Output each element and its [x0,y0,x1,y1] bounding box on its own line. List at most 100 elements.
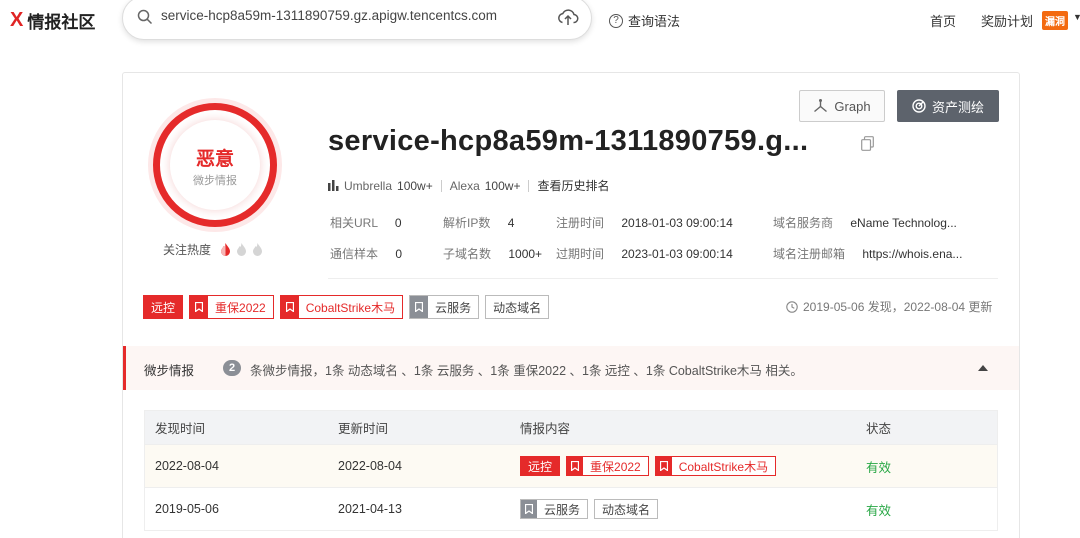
bookmark-icon [280,296,299,318]
search-box [122,0,592,40]
graph-icon [814,99,828,113]
alexa-value: 100w+ [484,178,521,193]
intel-table: 发现时间 更新时间 情报内容 状态 2022-08-04 2022-08-04 … [144,410,998,531]
radar-icon [912,99,926,113]
intel-content-cell: 云服务 动态域名 [520,488,664,530]
copy-icon[interactable] [861,136,874,151]
vuln-badge[interactable]: 漏洞 [1042,11,1068,30]
chevron-down-icon[interactable]: ▼ [1073,12,1080,22]
subdomain-field: 子域名数 1000+ [443,245,542,262]
cloud-upload-icon[interactable] [557,7,579,27]
tag-label: 动态域名 [493,300,542,315]
updated-time-cell: 2021-04-13 [338,502,402,516]
found-time-cell: 2022-08-04 [155,459,219,473]
umbrella-label: Umbrella [344,178,393,193]
rank-separator [528,179,530,192]
tag-hw2022[interactable]: 重保2022 [566,456,649,476]
tag-hw2022[interactable]: 重保2022 [189,295,274,319]
tag-label: 重保2022 [590,459,641,474]
expire-time-field: 过期时间 2023-01-03 09:00:14 [556,245,733,262]
tag-cobaltstrike[interactable]: CobaltStrike木马 [654,456,777,476]
tag-label: 动态域名 [602,502,651,517]
tag-dynamic-domain[interactable]: 动态域名 [485,295,550,319]
bookmark-icon [521,500,537,518]
tag-cobaltstrike[interactable]: CobaltStrike木马 [279,295,404,319]
tag-list: 远控 重保2022 CobaltStrike木马 云服务 动态域名 [143,295,555,319]
intel-summary-text: 条微步情报，1条 动态域名 、1条 云服务 、1条 重保2022 、1条 远控 … [250,364,803,378]
top-navbar: X 情报社区 ? 查询语法 首页 奖励计划 漏洞 ▼ [0,0,1080,40]
nav-reward-link[interactable]: 奖励计划 [981,11,1033,30]
rank-row: Umbrella 100w+ Alexa 100w+ 查看历史排名 [328,177,609,194]
table-header: 发现时间 更新时间 情报内容 状态 [145,411,997,444]
bookmark-icon [655,457,672,475]
search-input[interactable] [161,8,561,23]
intel-summary-bar[interactable]: 微步情报 2 条微步情报，1条 动态域名 、1条 云服务 、1条 重保2022 … [123,346,1019,390]
intel-content-cell: 远控 重保2022 CobaltStrike木马 [520,445,782,487]
column-header: 情报内容 [520,422,571,436]
resolve-ip-label: 解析IP数 [443,216,491,230]
intel-label: 微步情报 [144,364,195,378]
subdomain-value[interactable]: 1000+ [508,247,542,261]
tag-cloud-service[interactable]: 云服务 [409,295,480,319]
flame-icon [237,243,247,256]
expire-time-label: 过期时间 [556,247,605,261]
bookmark-icon [190,296,209,318]
heat-indicator: 关注热度 [163,241,263,258]
chevron-up-icon[interactable] [978,365,988,371]
verdict-label: 恶意 [195,149,234,170]
flame-icon [253,243,263,256]
tag-label: 云服务 [435,300,472,315]
tag-dynamic-domain[interactable]: 动态域名 [594,499,659,519]
alexa-label: Alexa [449,178,480,193]
tag-label: CobaltStrike木马 [305,300,396,315]
resolve-ip-value[interactable]: 4 [508,216,515,230]
related-url-label: 相关URL [330,216,378,230]
registrar-label: 域名服务商 [773,216,834,230]
rank-separator [440,179,442,192]
asset-survey-button[interactable]: 资产测绘 [897,90,999,122]
history-rank-link[interactable]: 查看历史排名 [537,177,609,194]
logo-text: 情报社区 [27,12,96,32]
graph-button[interactable]: Graph [799,90,885,122]
timeline-text: 2019-05-06 发现，2022-08-04 更新 [803,300,993,314]
tag-label: CobaltStrike木马 [678,459,769,474]
tag-label: 远控 [528,459,553,474]
reg-time-value: 2018-01-03 09:00:14 [621,216,733,230]
table-row: 2019-05-06 2021-04-13 云服务 动态域名 有效 [145,487,997,530]
tag-label: 重保2022 [215,300,266,315]
verdict-ring-outer: 恶意 微步情报 [153,103,277,227]
registrar-field: 域名服务商 eName Technolog... [773,214,957,231]
reg-time-field: 注册时间 2018-01-03 09:00:14 [556,214,733,231]
column-header: 发现时间 [155,422,206,436]
info-divider [328,278,998,279]
logo-x-mark: X [10,9,24,31]
search-icon[interactable] [137,9,153,25]
verdict-ring-inner: 恶意 微步情报 [170,120,260,210]
umbrella-value: 100w+ [397,178,433,193]
resolve-ip-field: 解析IP数 4 [443,214,514,231]
tag-cloud-service[interactable]: 云服务 [520,499,589,519]
site-logo[interactable]: X 情报社区 [10,9,96,32]
domain-title: service-hcp8a59m-1311890759.g... [328,125,809,157]
samples-value[interactable]: 0 [395,247,402,261]
reg-email-value: https://whois.ena... [862,247,963,261]
column-header: 状态 [866,422,892,436]
tag-remote-control[interactable]: 远控 [143,295,184,319]
related-url-field: 相关URL 0 [330,214,402,231]
found-time-cell: 2019-05-06 [155,502,219,516]
expire-time-value: 2023-01-03 09:00:14 [621,247,733,261]
query-syntax-label: 查询语法 [628,14,681,29]
nav-home-link[interactable]: 首页 [930,11,956,30]
registrar-value: eName Technolog... [850,216,957,230]
tag-label: 远控 [151,300,176,315]
updated-time-cell: 2022-08-04 [338,459,402,473]
verdict-ring: 恶意 微步情报 [148,98,282,232]
related-url-value[interactable]: 0 [395,216,402,230]
query-syntax-link[interactable]: ? 查询语法 [609,11,680,30]
verdict-source: 微步情报 [193,175,237,187]
tag-remote-control[interactable]: 远控 [520,456,561,476]
column-header: 更新时间 [338,422,389,436]
samples-label: 通信样本 [330,247,379,261]
status-cell: 有效 [866,503,892,518]
flame-icon-active [221,243,231,256]
